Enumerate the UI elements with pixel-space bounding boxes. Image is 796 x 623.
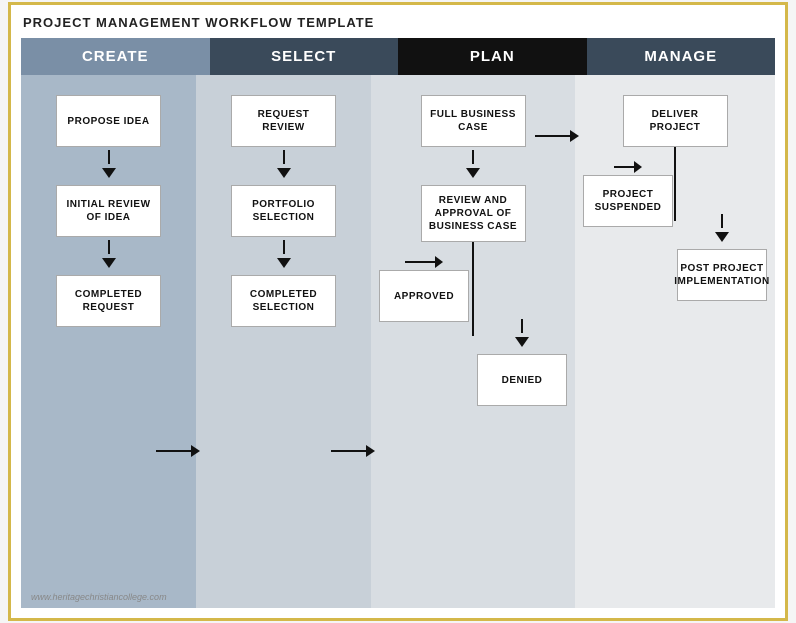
select-box2: PORTFOLIO SELECTION xyxy=(231,185,336,237)
header-manage: MANAGE xyxy=(587,38,776,75)
plan-approved: APPROVED xyxy=(379,270,469,322)
manage-post: POST PROJECT IMPLEMENTATION xyxy=(677,249,767,301)
select-box3: COMPLETED SELECTION xyxy=(231,275,336,327)
arrow5 xyxy=(466,150,480,182)
header-select: SELECT xyxy=(210,38,399,75)
select-box1: REQUEST REVIEW xyxy=(231,95,336,147)
watermark: www.heritagechristiancollege.com xyxy=(31,592,167,602)
header-create: CREATE xyxy=(21,38,210,75)
manage-suspended: PROJECT SUSPENDED xyxy=(583,175,673,227)
plan-box1: FULL BUSINESS CASE xyxy=(421,95,526,147)
manage-box1: DELIVER PROJECT xyxy=(623,95,728,147)
arrow1 xyxy=(102,150,116,182)
outer-border: PROJECT MANAGEMENT WORKFLOW TEMPLATE CRE… xyxy=(8,2,788,621)
plan-box2: REVIEW AND APPROVAL OF BUSINESS CASE xyxy=(421,185,526,242)
col-manage: DELIVER PROJECT PROJECT SUSPENDED xyxy=(575,75,775,608)
create-box1: PROPOSE IDEA xyxy=(56,95,161,147)
col-select: REQUEST REVIEW PORTFOLIO SELECTION COMPL… xyxy=(196,75,371,608)
header-plan: PLAN xyxy=(398,38,587,75)
arrow2 xyxy=(102,240,116,272)
body-row: PROPOSE IDEA INITIAL REVIEW OF IDEA COMP… xyxy=(21,75,775,608)
col-plan: FULL BUSINESS CASE REVIEW AND APPROVAL O… xyxy=(371,75,575,608)
col-create: PROPOSE IDEA INITIAL REVIEW OF IDEA COMP… xyxy=(21,75,196,608)
workflow-table: CREATE SELECT PLAN MANAGE PROPOSE IDEA I… xyxy=(21,38,775,608)
page-title: PROJECT MANAGEMENT WORKFLOW TEMPLATE xyxy=(21,15,775,30)
create-box3: COMPLETED REQUEST xyxy=(56,275,161,327)
create-box2: INITIAL REVIEW OF IDEA xyxy=(56,185,161,237)
arrow4 xyxy=(277,240,291,272)
plan-denied: DENIED xyxy=(477,354,567,406)
header-row: CREATE SELECT PLAN MANAGE xyxy=(21,38,775,75)
arrow3 xyxy=(277,150,291,182)
